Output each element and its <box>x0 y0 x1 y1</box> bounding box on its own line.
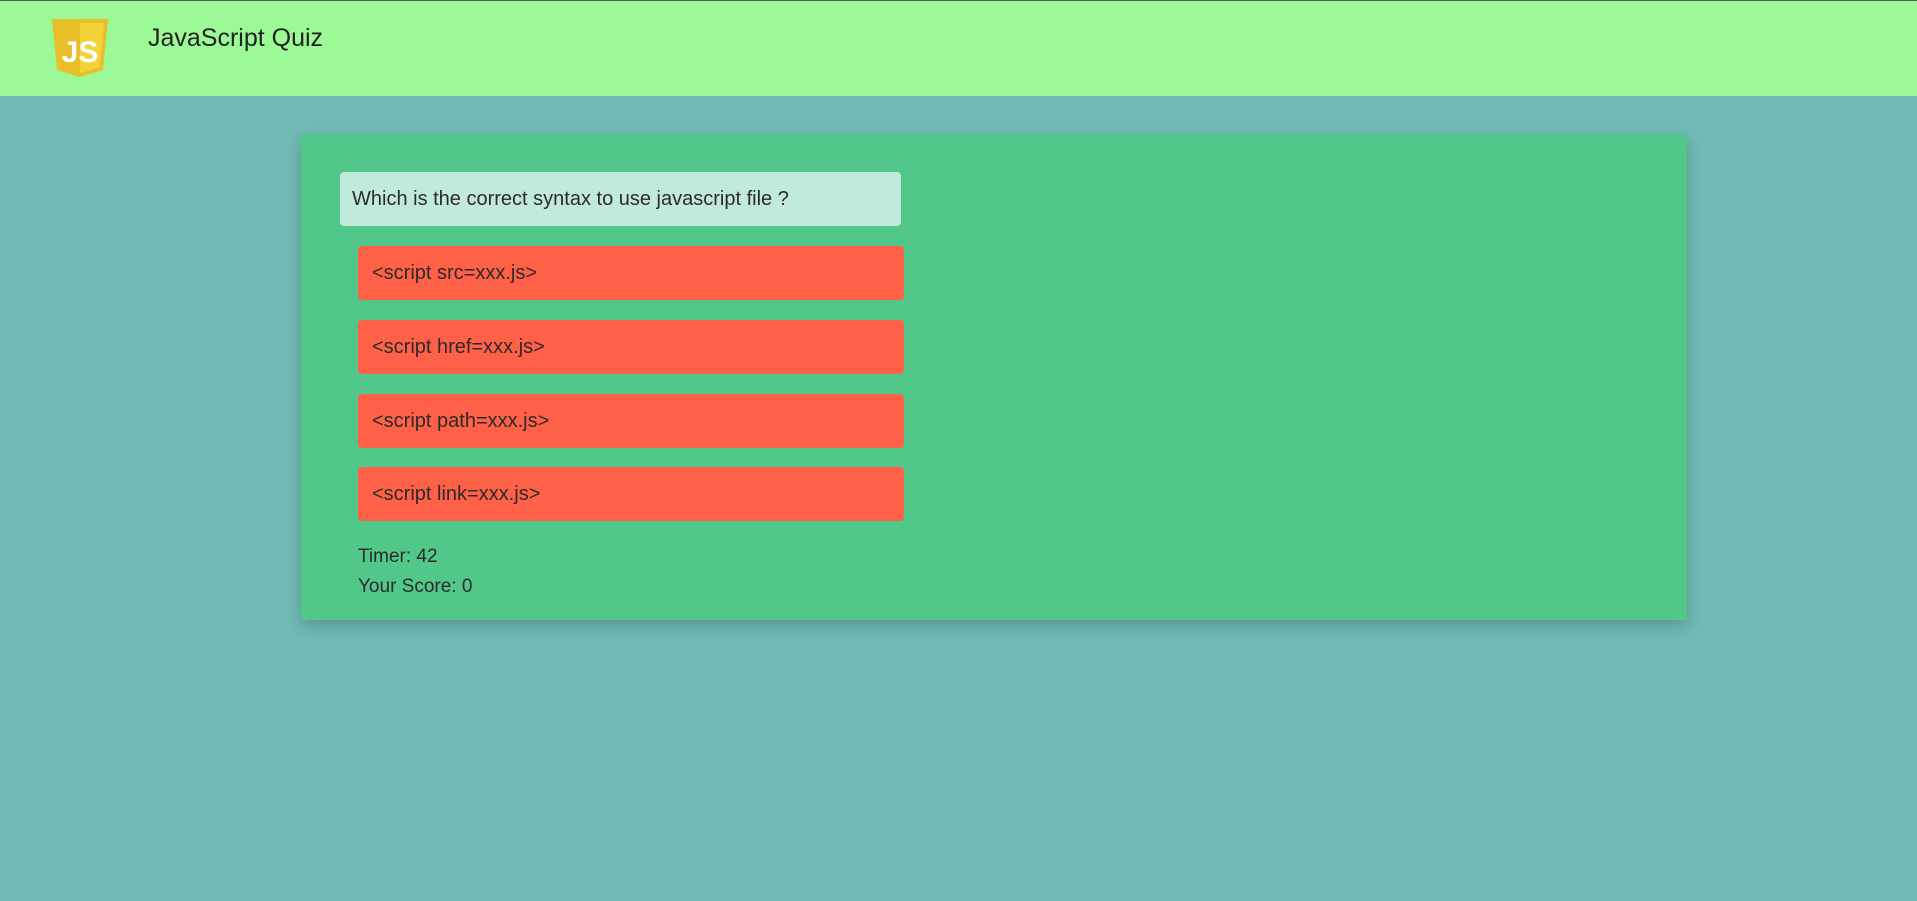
question-text: Which is the correct syntax to use javas… <box>340 172 901 226</box>
timer-value: 42 <box>416 546 438 567</box>
app-header: JS JavaScript Quiz <box>0 1 1917 96</box>
timer-label: Timer: <box>358 546 412 567</box>
logo-text: JS <box>62 36 99 69</box>
app-title: JavaScript Quiz <box>148 24 324 52</box>
answer-button-4[interactable]: <script link=xxx.js> <box>358 467 904 521</box>
timer-display: Timer: 42 <box>358 545 438 569</box>
score-display: Your Score: 0 <box>358 575 472 599</box>
answer-button-1[interactable]: <script src=xxx.js> <box>358 246 904 300</box>
score-label: Your Score: <box>358 576 457 597</box>
answer-button-3[interactable]: <script path=xxx.js> <box>358 394 904 448</box>
answer-button-2[interactable]: <script href=xxx.js> <box>358 320 904 374</box>
quiz-card: Which is the correct syntax to use javas… <box>301 134 1687 620</box>
js-logo-icon: JS <box>52 19 108 77</box>
score-value: 0 <box>461 576 473 597</box>
